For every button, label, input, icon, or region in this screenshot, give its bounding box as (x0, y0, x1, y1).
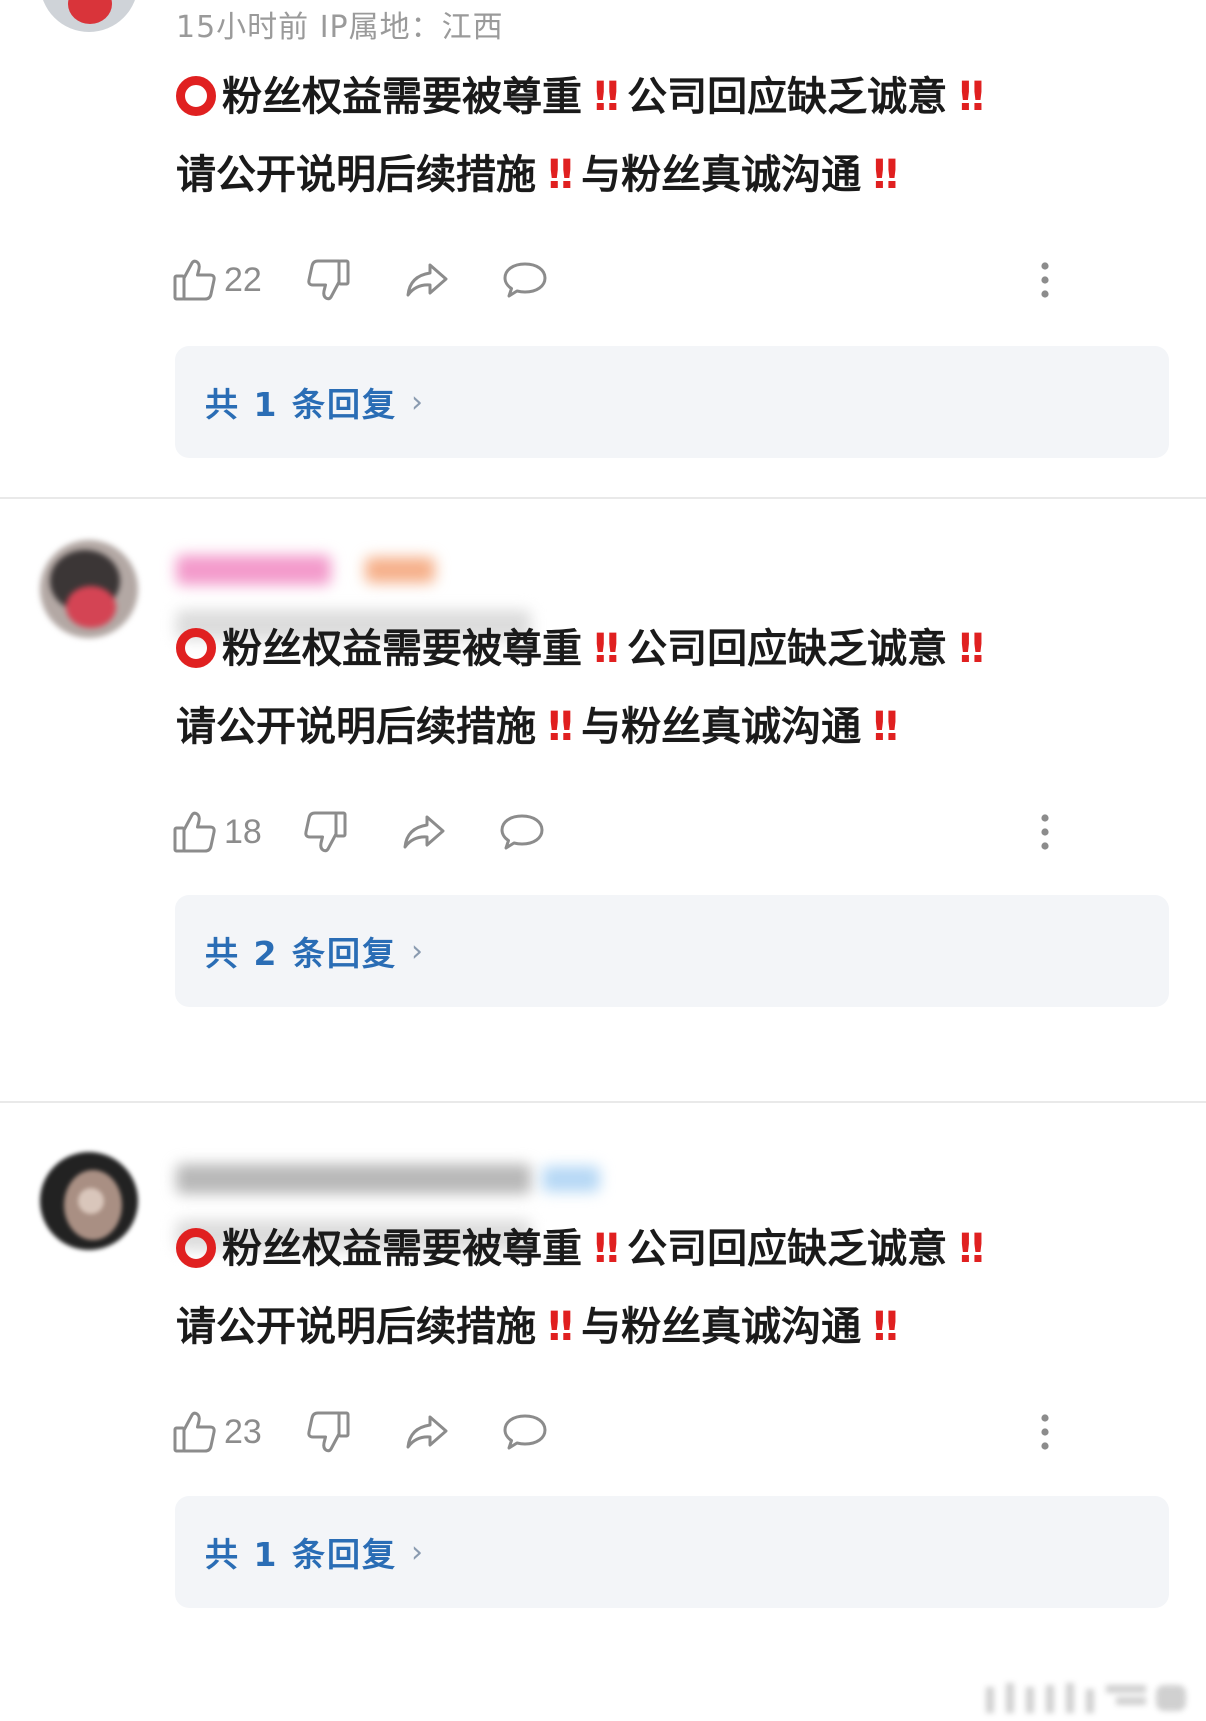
double-exclamation-icon: ‼ (873, 1304, 898, 1350)
like-count: 23 (224, 1412, 262, 1451)
thumbs-up-icon (172, 809, 218, 855)
double-exclamation-icon: ‼ (873, 704, 898, 750)
comment-actions: 18 (172, 802, 1162, 862)
comment-bubble-icon (502, 257, 548, 303)
avatar[interactable] (40, 1152, 138, 1250)
double-exclamation-icon: ‼ (594, 1226, 619, 1272)
red-circle-icon (176, 628, 216, 668)
dislike-button[interactable] (302, 802, 348, 862)
watermark (966, 1677, 1196, 1717)
double-exclamation-icon: ‼ (959, 1226, 984, 1272)
comment-actions: 22 (172, 250, 1162, 310)
view-replies-link[interactable]: 共 1 条回复 › (205, 1496, 425, 1608)
more-button[interactable] (1030, 802, 1060, 862)
dislike-button[interactable] (305, 250, 351, 310)
comment-button[interactable] (502, 1402, 548, 1462)
reply-summary[interactable]: 共 1 条回复 › (175, 1496, 1169, 1608)
reply-summary[interactable]: 共 1 条回复 › (175, 346, 1169, 458)
share-button[interactable] (404, 250, 450, 310)
like-count: 18 (224, 812, 262, 851)
avatar[interactable] (40, 0, 138, 32)
like-button[interactable]: 22 (172, 250, 262, 310)
comment-list: 15小时前 IP属地：江西 粉丝权益需要被尊重 ‼ 公司回应缺乏诚意 ‼ 请公开说明后… (0, 0, 1206, 1721)
thumbs-up-icon (172, 257, 218, 303)
double-exclamation-icon: ‼ (594, 74, 619, 120)
like-button[interactable]: 23 (172, 1402, 262, 1462)
chevron-right-icon: › (410, 933, 425, 969)
share-button[interactable] (401, 802, 447, 862)
reply-summary[interactable]: 共 2 条回复 › (175, 895, 1169, 1007)
like-button[interactable]: 18 (172, 802, 262, 862)
comment-meta: 15小时前 IP属地：江西 (176, 10, 504, 45)
comment-item: 粉丝权益需要被尊重 ‼ 公司回应缺乏诚意 ‼ 请公开说明后续措施 ‼ 与粉丝真诚沟通 ‼ 1… (0, 500, 1206, 1105)
thumbs-down-icon (305, 1409, 351, 1455)
comment-bubble-icon (502, 1409, 548, 1455)
double-exclamation-icon: ‼ (959, 626, 984, 672)
avatar[interactable] (40, 540, 138, 638)
comment-actions: 23 (172, 1402, 1162, 1462)
comment-text: 粉丝权益需要被尊重 ‼ 公司回应缺乏诚意 ‼ 请公开说明后续措施 ‼ 与粉丝真诚沟通 ‼ (176, 1226, 984, 1350)
dislike-button[interactable] (305, 1402, 351, 1462)
double-exclamation-icon: ‼ (548, 704, 573, 750)
comment-button[interactable] (502, 250, 548, 310)
thumbs-down-icon (302, 809, 348, 855)
double-exclamation-icon: ‼ (594, 626, 619, 672)
more-vertical-icon (1030, 809, 1060, 855)
comment-text: 粉丝权益需要被尊重 ‼ 公司回应缺乏诚意 ‼ 请公开说明后续措施 ‼ 与粉丝真诚沟通 ‼ (176, 74, 984, 198)
username-redacted[interactable] (176, 1164, 531, 1194)
share-arrow-icon (404, 1409, 450, 1455)
user-badge-redacted (365, 557, 435, 583)
share-arrow-icon (404, 257, 450, 303)
divider (0, 1101, 1206, 1103)
username-redacted[interactable] (176, 555, 331, 585)
red-circle-icon (176, 1228, 216, 1268)
view-replies-link[interactable]: 共 2 条回复 › (205, 895, 425, 1007)
like-count: 22 (224, 260, 262, 299)
divider (0, 497, 1206, 499)
more-vertical-icon (1030, 257, 1060, 303)
red-circle-icon (176, 76, 216, 116)
more-button[interactable] (1030, 250, 1060, 310)
thumbs-down-icon (305, 257, 351, 303)
double-exclamation-icon: ‼ (548, 1304, 573, 1350)
chevron-right-icon: › (410, 384, 425, 420)
comment-bubble-icon (499, 809, 545, 855)
thumbs-up-icon (172, 1409, 218, 1455)
comment-item: 粉丝权益需要被尊重 ‼ 公司回应缺乏诚意 ‼ 请公开说明后续措施 ‼ 与粉丝真诚沟通 ‼ 2… (0, 1104, 1206, 1721)
comment-text: 粉丝权益需要被尊重 ‼ 公司回应缺乏诚意 ‼ 请公开说明后续措施 ‼ 与粉丝真诚沟通 ‼ (176, 626, 984, 750)
share-button[interactable] (404, 1402, 450, 1462)
double-exclamation-icon: ‼ (873, 152, 898, 198)
share-arrow-icon (401, 809, 447, 855)
double-exclamation-icon: ‼ (548, 152, 573, 198)
comment-button[interactable] (499, 802, 545, 862)
user-badge-redacted (542, 1166, 600, 1192)
more-vertical-icon (1030, 1409, 1060, 1455)
double-exclamation-icon: ‼ (959, 74, 984, 120)
view-replies-link[interactable]: 共 1 条回复 › (205, 346, 425, 458)
chevron-right-icon: › (410, 1534, 425, 1570)
more-button[interactable] (1030, 1402, 1060, 1462)
comment-item: 15小时前 IP属地：江西 粉丝权益需要被尊重 ‼ 公司回应缺乏诚意 ‼ 请公开说明后… (0, 0, 1206, 458)
